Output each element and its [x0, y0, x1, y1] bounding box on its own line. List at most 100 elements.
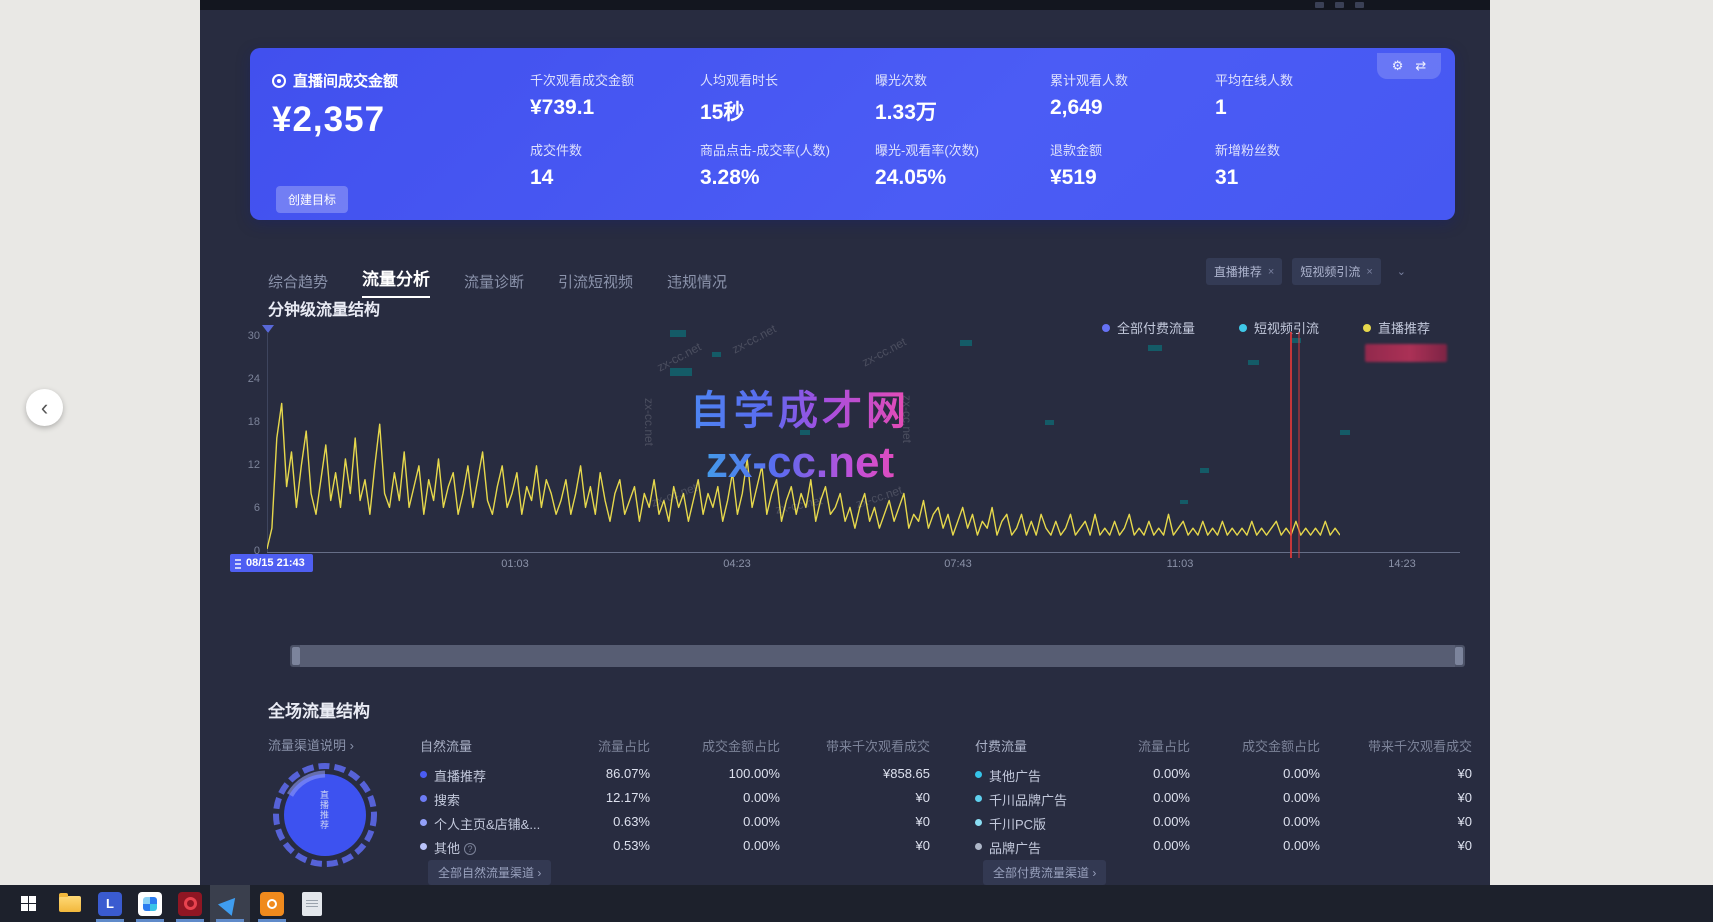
all-natural-channels-link[interactable]: 全部自然流量渠道 › [428, 860, 551, 885]
metric-value: 1 [1215, 96, 1385, 120]
chip-short-video[interactable]: 短视频引流 × [1292, 258, 1380, 285]
metric-cell: 商品点击-成交率(人数) 3.28% [700, 140, 870, 190]
tab-traffic-analysis[interactable]: 流量分析 [362, 265, 430, 298]
gmv-pct: 0.00% [670, 838, 780, 853]
gpm-value: ¥0 [800, 814, 930, 829]
analytics-window: 直播间成交金额 ¥2,357 创建目标 ⚙ ⇄ 千次观看成交金额 ¥739.1 … [200, 0, 1490, 885]
back-button[interactable]: ‹ [26, 389, 63, 426]
metric-value: 1.33万 [875, 96, 1045, 126]
opera-browser-icon[interactable] [170, 885, 210, 922]
col-header: 带来千次观看成交 [1342, 736, 1472, 755]
x-axis [267, 552, 1460, 553]
tab-short-video[interactable]: 引流短视频 [558, 271, 633, 298]
create-goal-button[interactable]: 创建目标 [276, 186, 348, 213]
artifact-speck [1148, 345, 1162, 351]
gmv-pct: 0.00% [1210, 790, 1320, 805]
all-paid-channels-link[interactable]: 全部付费流量渠道 › [983, 860, 1106, 885]
metric-value: 24.05% [875, 166, 1045, 190]
table-row: 千川PC版 0.00% 0.00% ¥0 [975, 814, 1475, 834]
help-icon[interactable]: ? [464, 843, 476, 855]
blue-l-app-icon[interactable]: L [90, 885, 130, 922]
y-tick: 18 [232, 416, 260, 428]
legend-live-recommend[interactable]: 直播推荐 [1363, 318, 1430, 337]
artifact-speck [670, 368, 692, 376]
gmv-pct: 100.00% [670, 766, 780, 781]
gear-icon[interactable]: ⚙ [1392, 58, 1404, 74]
metric-value: 15秒 [700, 96, 870, 126]
metric-label: 新增粉丝数 [1215, 140, 1385, 159]
paid-group-header: 付费流量 [975, 736, 1027, 755]
gpm-value: ¥0 [1342, 766, 1472, 781]
tab-traffic-diagnosis[interactable]: 流量诊断 [464, 271, 524, 298]
stats-panel: 直播间成交金额 ¥2,357 创建目标 ⚙ ⇄ 千次观看成交金额 ¥739.1 … [250, 48, 1455, 220]
artifact-speck [1340, 430, 1350, 435]
channel-label: 直播推荐 [434, 766, 486, 785]
slider-left-handle[interactable] [292, 647, 300, 665]
chevron-down-icon[interactable]: ⌄ [1391, 265, 1412, 278]
channel-label: 品牌广告 [989, 838, 1041, 857]
metric-cell: 退款金额 ¥519 [1050, 140, 1220, 190]
slider-right-handle[interactable] [1455, 647, 1463, 665]
channel-label: 其他广告 [989, 766, 1041, 785]
metric-label: 退款金额 [1050, 140, 1220, 159]
channel-help-link[interactable]: 流量渠道说明 › [268, 735, 354, 754]
stream-end-marker-badge [1365, 344, 1447, 362]
gpm-value: ¥0 [1342, 790, 1472, 805]
gpm-value: ¥0 [800, 790, 930, 805]
tab-overall-trend[interactable]: 综合趋势 [268, 271, 328, 298]
table-row: 其他? 0.53% 0.00% ¥0 [420, 838, 932, 858]
titlebar-icon[interactable] [1355, 2, 1364, 8]
traffic-line-chart[interactable] [267, 332, 1340, 552]
metric-cell: 人均观看时长 15秒 [700, 70, 870, 126]
channel-label: 千川PC版 [989, 814, 1046, 833]
chip-live-recommend[interactable]: 直播推荐 × [1206, 258, 1282, 285]
traffic-pct: 12.17% [530, 790, 650, 805]
slider-track[interactable] [300, 645, 1455, 667]
artifact-speck [1045, 420, 1054, 425]
metric-label: 人均观看时长 [700, 70, 870, 89]
timeline-zoom-slider[interactable] [290, 645, 1465, 667]
live-assistant-app-icon[interactable] [210, 885, 250, 922]
metric-label: 千次观看成交金额 [530, 70, 700, 89]
gpm-value: ¥0 [800, 838, 930, 853]
channel-label: 其他? [434, 838, 476, 857]
meeting-app-icon[interactable] [130, 885, 170, 922]
swap-icon[interactable]: ⇄ [1415, 58, 1426, 74]
close-icon[interactable]: × [1366, 266, 1372, 278]
gmv-pct: 0.00% [670, 814, 780, 829]
metric-label: 曝光-观看率(次数) [875, 140, 1045, 159]
channel-label: 千川品牌广告 [989, 790, 1067, 809]
stream-end-line [1298, 332, 1300, 558]
file-explorer-icon[interactable] [50, 885, 90, 922]
y-tick: 12 [232, 459, 260, 471]
stream-end-line [1290, 332, 1292, 558]
col-header: 流量占比 [1070, 736, 1190, 755]
artifact-speck [960, 340, 972, 346]
titlebar-icon[interactable] [1335, 2, 1344, 8]
tab-violations[interactable]: 违规情况 [667, 271, 727, 298]
gmv-pct: 0.00% [1210, 838, 1320, 853]
gpm-value: ¥858.65 [800, 766, 930, 781]
target-icon [272, 74, 286, 88]
titlebar-icon[interactable] [1315, 2, 1324, 8]
artifact-speck [1200, 468, 1209, 473]
gmv-pct: 0.00% [1210, 766, 1320, 781]
traffic-pct: 0.63% [530, 814, 650, 829]
artifact-speck [1248, 360, 1259, 365]
metric-value: 3.28% [700, 166, 870, 190]
legend-dot [1363, 324, 1371, 332]
start-icon[interactable] [8, 885, 48, 922]
series-dot [975, 795, 982, 802]
notepad-icon[interactable] [292, 885, 332, 922]
close-icon[interactable]: × [1268, 266, 1274, 278]
legend-label: 直播推荐 [1378, 318, 1430, 337]
series-dot [420, 843, 427, 850]
x-tick: 14:23 [1388, 558, 1416, 570]
panel-tools: ⚙ ⇄ [1377, 53, 1441, 79]
series-dot [975, 771, 982, 778]
orange-app-icon[interactable] [252, 885, 292, 922]
table-row: 其他广告 0.00% 0.00% ¥0 [975, 766, 1475, 786]
metric-value: ¥519 [1050, 166, 1220, 190]
tab-bar: 综合趋势 流量分析 流量诊断 引流短视频 违规情况 [268, 265, 727, 298]
timeline-start-handle[interactable]: 08/15 21:43 [230, 554, 313, 572]
